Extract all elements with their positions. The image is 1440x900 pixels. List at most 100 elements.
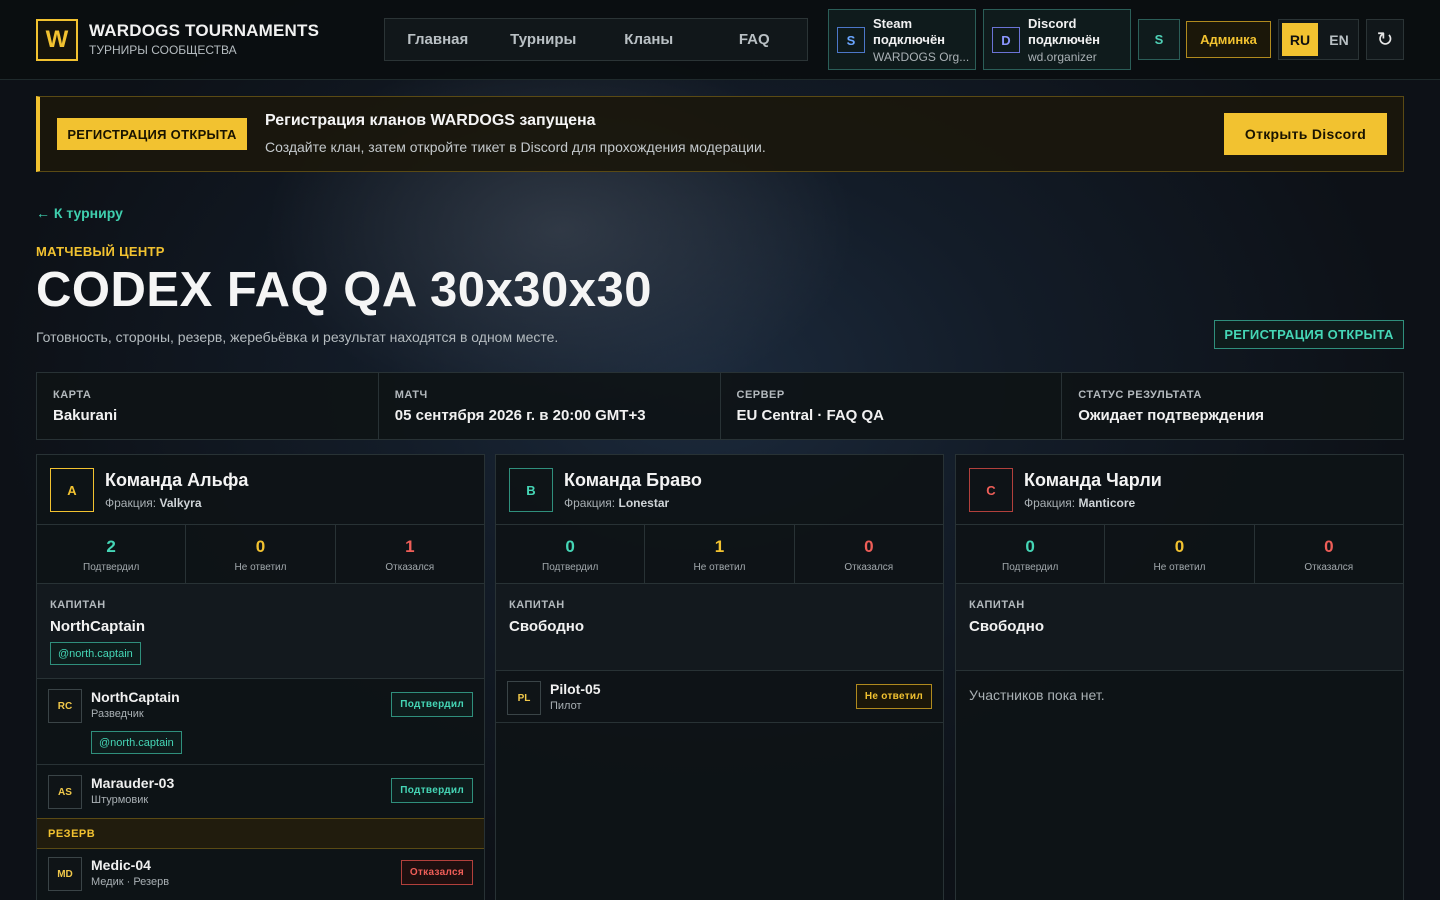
captain-section: КАПИТАН Свободно — [496, 584, 943, 671]
player-row: RC NorthCaptain Разведчик @north.captain… — [37, 679, 484, 765]
team-letter-icon: A — [50, 468, 94, 512]
team-name: Команда Браво — [564, 470, 702, 490]
player-role: Штурмовик — [91, 794, 149, 806]
discord-icon: D — [992, 27, 1020, 53]
player-name: Medic-04 — [91, 857, 151, 873]
team-card-bravo: B Команда Браво Фракция: Lonestar 0 Подтв… — [495, 454, 944, 900]
top-bar: W WARDOGS TOURNAMENTS ТУРНИРЫ СООБЩЕСТВА… — [0, 0, 1440, 80]
registration-banner: РЕГИСТРАЦИЯ ОТКРЫТА Регистрация кланов W… — [36, 96, 1404, 172]
banner-title: Регистрация кланов WARDOGS запущена — [265, 112, 596, 129]
lang-ru-button[interactable]: RU — [1282, 23, 1318, 56]
confirmed-count: 0 — [1025, 537, 1035, 556]
captain-section: КАПИТАН NorthCaptain @north.captain — [37, 584, 484, 679]
nav-clans[interactable]: Кланы — [596, 19, 702, 60]
info-label: МАТЧ — [394, 389, 428, 401]
status-badge: Отказался — [400, 860, 473, 885]
logo-icon[interactable]: W — [36, 19, 78, 61]
steam-status: подключён — [873, 32, 946, 47]
team-letter-icon: C — [969, 468, 1013, 512]
player-role: Разведчик — [91, 708, 144, 720]
nav-home[interactable]: Главная — [385, 19, 491, 60]
player-role: Медик · Резерв — [91, 876, 170, 888]
lang-en-button[interactable]: EN — [1321, 23, 1357, 56]
status-badge: Не ответил — [855, 684, 932, 709]
declined-count: 0 — [1324, 537, 1334, 556]
page-eyebrow: МАТЧЕВЫЙ ЦЕНТР — [36, 244, 165, 259]
no-answer-count: 1 — [714, 537, 725, 556]
player-name: NorthCaptain — [91, 689, 180, 705]
player-avatar: MD — [48, 857, 82, 891]
main-nav: Главная Турниры Кланы FAQ — [384, 18, 808, 61]
team-card-charlie: C Команда Чарли Фракция: Manticore 0 Подт… — [955, 454, 1404, 900]
info-map: КАРТА Bakurani — [37, 373, 379, 439]
steam-account-name: WARDOGS Org... — [873, 50, 970, 64]
info-value: Bakurani — [53, 407, 118, 424]
info-value: Ожидает подтверждения — [1078, 407, 1265, 424]
back-to-tournament-link[interactable]: ← К турниру — [36, 205, 123, 221]
readiness-stats: 0 Подтвердил 1 Не ответил 0 Отказался — [496, 525, 943, 584]
player-row: AS Marauder-03 Штурмовик Подтвердил — [37, 765, 484, 818]
brand-title[interactable]: WARDOGS TOURNAMENTS — [89, 21, 319, 41]
info-label: СЕРВЕР — [736, 389, 785, 401]
steam-icon: S — [837, 27, 865, 53]
confirmed-count: 0 — [565, 537, 575, 556]
info-match-time: МАТЧ 05 сентября 2026 г. в 20:00 GMT+3 — [379, 373, 721, 439]
readiness-stats: 2 Подтвердил 0 Не ответил 1 Отказался — [37, 525, 484, 584]
team-faction: Фракция: Manticore — [1024, 496, 1136, 510]
player-row: PL Pilot-05 Пилот Не ответил — [496, 671, 943, 723]
info-server: СЕРВЕР EU Central · FAQ QA — [721, 373, 1063, 439]
discord-label: Discord — [1028, 16, 1077, 31]
nav-tournaments[interactable]: Турниры — [491, 19, 597, 60]
captain-name: Свободно — [969, 618, 1044, 635]
confirmed-count: 2 — [106, 537, 116, 556]
nav-faq[interactable]: FAQ — [702, 19, 808, 60]
steam-account-card[interactable]: S Steam подключён WARDOGS Org... — [828, 9, 976, 70]
registration-badge: РЕГИСТРАЦИЯ ОТКРЫТА — [57, 118, 247, 150]
banner-text: Создайте клан, затем откройте тикет в Di… — [265, 139, 766, 155]
no-answer-count: 0 — [255, 537, 266, 556]
page-title: CODEX FAQ QA 30x30x30 — [36, 263, 653, 317]
declined-count: 0 — [864, 537, 874, 556]
team-name: Команда Чарли — [1024, 470, 1162, 490]
player-role: Пилот — [550, 700, 582, 712]
info-result-status: СТАТУС РЕЗУЛЬТАТА Ожидает подтверждения — [1062, 373, 1403, 439]
reserve-header: РЕЗЕРВ — [37, 818, 484, 849]
player-avatar: PL — [507, 681, 541, 715]
no-members-text: Участников пока нет. — [969, 687, 1105, 703]
readiness-stats: 0 Подтвердил 0 Не ответил 0 Отказался — [956, 525, 1403, 584]
captain-discord-tag[interactable]: @north.captain — [50, 642, 141, 665]
info-value: 05 сентября 2026 г. в 20:00 GMT+3 — [394, 407, 646, 424]
language-switch: RU EN — [1278, 19, 1359, 60]
player-avatar: AS — [48, 775, 82, 809]
discord-status: подключён — [1028, 32, 1101, 47]
captain-section: КАПИТАН Свободно — [956, 584, 1403, 671]
brand-subtitle: ТУРНИРЫ СООБЩЕСТВА — [89, 43, 237, 57]
captain-name: NorthCaptain — [50, 618, 145, 635]
team-letter-icon: B — [509, 468, 553, 512]
team-card-alpha: A Команда Альфа Фракция: Valkyra 2 Подтве… — [36, 454, 485, 900]
player-discord-tag[interactable]: @north.captain — [91, 731, 182, 754]
player-avatar: RC — [48, 689, 82, 723]
team-faction: Фракция: Lonestar — [564, 496, 670, 510]
profile-icon[interactable]: S — [1138, 19, 1180, 60]
info-label: СТАТУС РЕЗУЛЬТАТА — [1078, 389, 1202, 401]
discord-account-name: wd.organizer — [1028, 50, 1097, 64]
team-faction: Фракция: Valkyra — [105, 496, 202, 510]
info-label: КАРТА — [53, 389, 92, 401]
admin-button[interactable]: Админка — [1186, 21, 1271, 58]
team-name: Команда Альфа — [105, 470, 249, 490]
open-discord-button[interactable]: Открыть Discord — [1224, 113, 1387, 155]
player-name: Pilot-05 — [550, 681, 601, 697]
status-badge: Подтвердил — [391, 778, 473, 803]
reserve-player-row: MD Medic-04 Медик · Резерв Отказался — [37, 849, 484, 900]
no-answer-count: 0 — [1174, 537, 1185, 556]
discord-account-card[interactable]: D Discord подключён wd.organizer — [983, 9, 1131, 70]
steam-label: Steam — [873, 16, 913, 31]
match-info-strip: КАРТА Bakurani МАТЧ 05 сентября 2026 г. … — [36, 372, 1404, 440]
captain-name: Свободно — [509, 618, 584, 635]
registration-status-badge: РЕГИСТРАЦИЯ ОТКРЫТА — [1214, 320, 1404, 349]
page-subtitle: Готовность, стороны, резерв, жеребьёвка … — [36, 329, 559, 345]
declined-count: 1 — [405, 537, 415, 556]
refresh-icon[interactable]: ↻ — [1366, 19, 1404, 60]
info-value: EU Central · FAQ QA — [736, 407, 885, 424]
